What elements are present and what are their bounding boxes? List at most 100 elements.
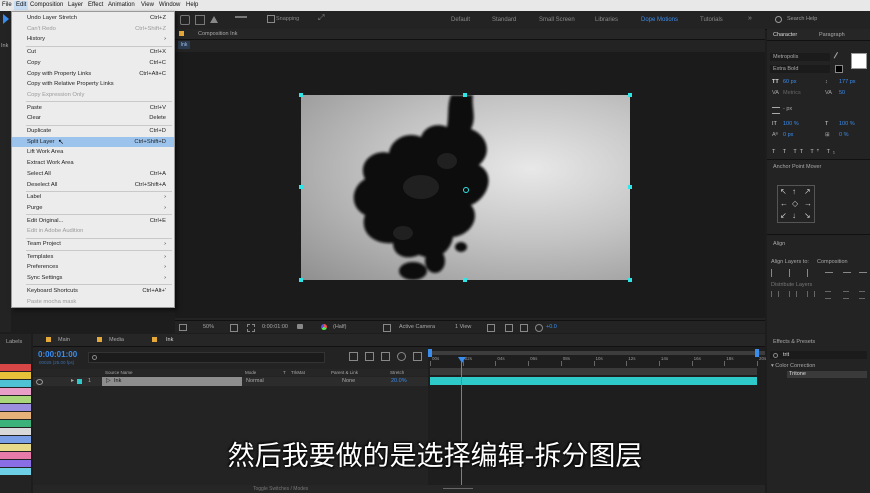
anchor-center-icon[interactable]: ◇ xyxy=(792,199,798,208)
tool-icon[interactable] xyxy=(235,16,247,18)
snapping-checkbox[interactable] xyxy=(267,15,275,23)
edit-menu-item[interactable]: Deselect All Ctrl+Shift+A xyxy=(12,180,174,190)
distribute-icon[interactable] xyxy=(771,291,779,297)
label-color-swatch[interactable] xyxy=(0,412,31,419)
distribute-buttons-row[interactable] xyxy=(771,291,866,299)
font-family-dropdown[interactable]: Metropolis xyxy=(770,53,830,61)
menu-composition[interactable]: Composition xyxy=(30,2,63,8)
anchor-top-left-icon[interactable]: ↖ xyxy=(780,187,787,196)
workspace-dope-motions[interactable]: Dope Motions xyxy=(641,17,678,23)
layer-stretch-value[interactable]: 20.0% xyxy=(391,378,407,384)
resolution-dropdown[interactable]: (Half) xyxy=(333,324,346,330)
edit-menu-item[interactable]: Split Layer Ctrl+Shift+D ↖ xyxy=(12,136,174,147)
preview-icon[interactable] xyxy=(179,324,187,331)
tool-icon[interactable] xyxy=(195,15,205,25)
edit-menu-item[interactable]: Preferences › xyxy=(12,262,174,272)
layer-duration-bar[interactable] xyxy=(430,377,757,385)
edit-menu-item[interactable]: Undo Layer Stretch Ctrl+Z xyxy=(12,13,174,23)
stroke-width-value[interactable]: - px xyxy=(783,106,792,112)
anchor-right-icon[interactable]: → xyxy=(804,199,812,208)
vertical-scale-value[interactable]: 100 % xyxy=(783,121,799,127)
transform-handle[interactable] xyxy=(299,185,303,189)
fit-icon[interactable] xyxy=(230,324,238,332)
timeline-switch-icon[interactable] xyxy=(365,352,374,361)
edit-menu-item[interactable]: Templates › xyxy=(12,252,174,262)
stroke-color-swatch[interactable] xyxy=(835,65,843,73)
transform-handle[interactable] xyxy=(299,93,303,97)
label-color-swatch[interactable] xyxy=(0,396,31,403)
distribute-icon[interactable] xyxy=(843,291,849,299)
baseline-shift-value[interactable]: 0 px xyxy=(783,132,793,138)
menu-layer[interactable]: Layer xyxy=(68,2,83,8)
edit-menu-item[interactable]: Select All Ctrl+A xyxy=(12,169,174,179)
timeline-switch-icon[interactable] xyxy=(397,352,406,361)
effect-item[interactable]: Tritone xyxy=(787,371,867,378)
visibility-eye-icon[interactable] xyxy=(36,379,43,385)
anchor-bottom-icon[interactable]: ↓ xyxy=(792,211,796,220)
menu-help[interactable]: Help xyxy=(186,2,198,8)
distribute-icon[interactable] xyxy=(859,291,865,299)
edit-menu-item[interactable]: History › xyxy=(12,34,174,44)
edit-menu-item[interactable]: Keyboard Shortcuts Ctrl+Alt+' xyxy=(12,286,174,296)
workspace-default[interactable]: Default xyxy=(451,17,470,23)
effects-search-input[interactable]: trit xyxy=(770,351,867,359)
graph-editor-icon[interactable] xyxy=(413,352,422,361)
edit-menu-item[interactable]: Sync Settings › xyxy=(12,273,174,283)
toggle-switches-modes[interactable]: Toggle Switches / Modes xyxy=(253,486,308,492)
anchor-bottom-left-icon[interactable]: ↙ xyxy=(780,211,787,220)
edit-menu-item[interactable]: Copy with Property Links Ctrl+Alt+C xyxy=(12,69,174,79)
transform-handle[interactable] xyxy=(628,93,632,97)
zoom-dropdown[interactable]: 50% xyxy=(203,324,214,330)
time-ruler[interactable]: 00s 02s 04s 06s 08s 10s 12s 14s 16s 18s 20s xyxy=(428,356,766,367)
workspace-libraries[interactable]: Libraries xyxy=(595,17,618,23)
workspace-standard[interactable]: Standard xyxy=(492,17,516,23)
transform-handle[interactable] xyxy=(463,93,467,97)
distribute-icon[interactable] xyxy=(825,291,831,299)
label-color-swatch[interactable] xyxy=(0,404,31,411)
transform-handle[interactable] xyxy=(463,278,467,282)
camera-dropdown[interactable]: Active Camera xyxy=(399,324,435,330)
edit-menu-item[interactable]: Lift Work Area xyxy=(12,147,174,157)
transform-handle[interactable] xyxy=(628,185,632,189)
pin-tool-icon[interactable] xyxy=(210,16,218,23)
edit-menu-item[interactable]: Team Project › xyxy=(12,239,174,249)
anchor-point-icon[interactable] xyxy=(463,187,469,193)
menu-effect[interactable]: Effect xyxy=(88,2,103,8)
color-channel-icon[interactable] xyxy=(321,324,327,330)
exposure-value[interactable]: +0.0 xyxy=(546,324,557,330)
menu-edit[interactable]: Edit xyxy=(14,1,29,10)
project-item[interactable]: Ink xyxy=(1,43,8,49)
faux-style-buttons[interactable]: T T TT Tᵀ T₁ xyxy=(772,149,838,155)
layer-mode-dropdown[interactable]: Normal xyxy=(246,378,264,384)
layer-name[interactable]: Ink xyxy=(114,378,121,384)
edit-menu-item[interactable]: Duplicate Ctrl+D xyxy=(12,126,174,136)
align-right-icon[interactable] xyxy=(807,269,808,277)
viewer-option-icon[interactable] xyxy=(487,324,495,332)
label-color-swatch[interactable] xyxy=(0,388,31,395)
edit-menu-item[interactable]: Extract Work Area xyxy=(12,158,174,168)
viewer-timecode[interactable]: 0:00:01:00 xyxy=(262,324,288,330)
workspace-small-screen[interactable]: Small Screen xyxy=(539,17,575,23)
anchor-bottom-right-icon[interactable]: ↘ xyxy=(804,211,811,220)
menu-file[interactable]: File xyxy=(2,2,12,8)
fill-color-swatch[interactable] xyxy=(851,53,867,69)
view-layout-dropdown[interactable]: 1 View xyxy=(455,324,471,330)
edit-menu-item[interactable]: Cut Ctrl+X xyxy=(12,47,174,57)
tsume-value[interactable]: 0 % xyxy=(839,132,848,138)
anchor-top-icon[interactable]: ↑ xyxy=(792,187,796,196)
anchor-point-grid[interactable]: ↖ ↑ ↗ ← ◇ → ↙ ↓ ↘ xyxy=(777,185,815,223)
tab-character[interactable]: Character xyxy=(773,32,797,38)
workspace-overflow-icon[interactable]: » xyxy=(748,15,752,22)
transform-handle[interactable] xyxy=(628,278,632,282)
grid-icon[interactable] xyxy=(247,324,255,332)
timeline-tab-main[interactable]: Main xyxy=(58,337,70,343)
align-hcenter-icon[interactable] xyxy=(789,269,790,277)
composition-tab-label[interactable]: Composition Ink xyxy=(198,31,237,37)
menu-window[interactable]: Window xyxy=(159,2,180,8)
align-buttons-row[interactable] xyxy=(771,269,867,277)
selection-tool-icon[interactable] xyxy=(3,14,9,24)
layer-label-color[interactable] xyxy=(77,379,82,384)
align-top-icon[interactable] xyxy=(825,272,833,273)
viewer-option-icon[interactable] xyxy=(505,324,513,332)
font-style-dropdown[interactable]: Extra Bold xyxy=(770,65,830,73)
